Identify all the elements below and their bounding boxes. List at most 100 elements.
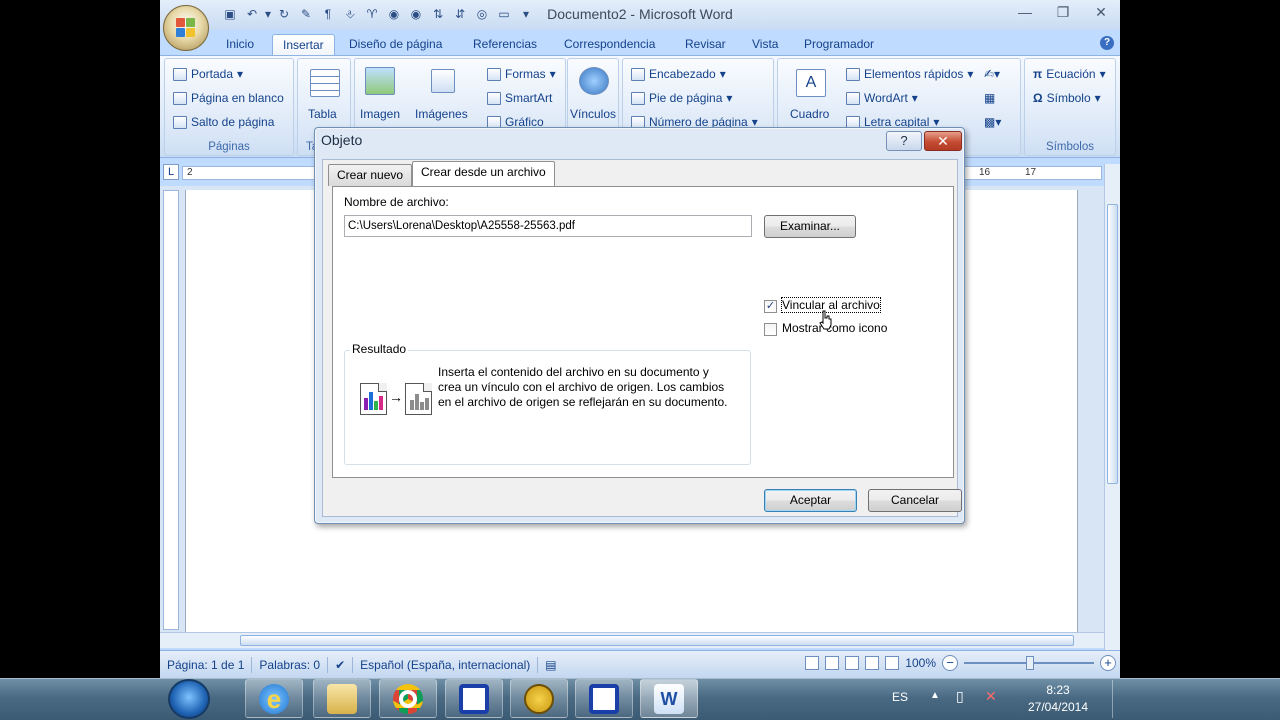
macro-icon[interactable]: ▤	[538, 657, 563, 673]
tab-diseno[interactable]: Diseño de página	[339, 34, 452, 56]
tab-correspondencia[interactable]: Correspondencia	[554, 34, 665, 56]
close-icon[interactable]: ✕	[1082, 0, 1120, 24]
mostrar-icono-checkbox[interactable]	[764, 323, 777, 336]
word-icon: W	[654, 683, 684, 714]
outline-icon[interactable]	[865, 656, 880, 670]
taskbar-word[interactable]: W	[640, 679, 698, 718]
page-count[interactable]: Página: 1 de 1	[160, 656, 253, 673]
formas-button[interactable]: Formas ▾	[487, 67, 556, 81]
tabla-button[interactable]: Tabla	[308, 107, 337, 121]
links-icon	[579, 67, 609, 95]
ruler-number-left: 2	[187, 167, 193, 178]
vincular-checkbox[interactable]: ✓	[764, 300, 777, 313]
tab-insertar[interactable]: Insertar	[272, 34, 335, 56]
signature-icon[interactable]: ✍▾	[984, 67, 1000, 81]
zoom-slider-thumb[interactable]	[1026, 656, 1034, 670]
horizontal-scroll-thumb[interactable]	[240, 635, 1074, 646]
tab-crear-nuevo[interactable]: Crear nuevo	[328, 164, 413, 186]
clipart-icon	[431, 69, 455, 93]
internet-explorer-icon: e	[259, 683, 289, 714]
pagina-blanco-button[interactable]: Página en blanco	[173, 91, 284, 105]
window-controls: — ❐ ✕	[1006, 0, 1120, 24]
hand-cursor-icon	[819, 310, 832, 330]
tab-referencias[interactable]: Referencias	[463, 34, 547, 56]
minimize-icon[interactable]: —	[1006, 0, 1044, 24]
zoom-level[interactable]: 100%	[905, 656, 936, 670]
elementos-rapidos-button[interactable]: Elementos rápidos ▾	[846, 67, 973, 81]
filename-input[interactable]: C:\Users\Lorena\Desktop\A25558-25563.pdf	[344, 215, 752, 237]
dialog-close-button[interactable]: ✕	[924, 131, 962, 151]
app-square-icon	[459, 683, 489, 714]
tray-expand-icon[interactable]: ▲	[930, 690, 940, 701]
smartart-icon	[487, 91, 501, 105]
result-description: Inserta el contenido del archivo en su d…	[438, 365, 728, 409]
group-label-simbolos: Símbolos	[1046, 141, 1094, 153]
taskbar-app2[interactable]	[575, 679, 633, 718]
datetime-icon[interactable]: ▦	[984, 91, 995, 105]
network-icon[interactable]: ✕	[985, 688, 997, 705]
simbolo-button[interactable]: Ω Símbolo ▾	[1033, 91, 1101, 105]
clock[interactable]: 8:23 27/04/2014	[1018, 682, 1098, 716]
pie-pagina-button[interactable]: Pie de página ▾	[631, 91, 732, 105]
office-button[interactable]	[163, 5, 209, 51]
smartart-button[interactable]: SmartArt	[487, 91, 552, 105]
arrow-icon: →	[389, 389, 403, 405]
web-layout-icon[interactable]	[845, 656, 860, 670]
zoom-slider[interactable]	[964, 656, 1094, 670]
objeto-dialog: Objeto ? ✕ Crear nuevo Crear desde un ar…	[314, 127, 965, 524]
print-layout-icon[interactable]	[805, 656, 820, 670]
vinculos-button[interactable]: Vínculos	[570, 107, 616, 121]
proofing-icon[interactable]: ✔	[328, 656, 354, 673]
tab-selector[interactable]: L	[163, 164, 179, 180]
portada-button[interactable]: Portada ▾	[173, 67, 243, 81]
taskbar-globe[interactable]	[510, 679, 568, 718]
wordart-icon	[846, 91, 860, 105]
cancelar-button[interactable]: Cancelar	[868, 489, 962, 512]
cuadro-texto-button[interactable]: Cuadro	[790, 107, 829, 121]
blank-page-icon	[173, 91, 187, 105]
draft-icon[interactable]	[885, 656, 900, 670]
imagen-button[interactable]: Imagen	[360, 107, 400, 121]
taskbar-chrome[interactable]	[379, 679, 437, 718]
dialog-help-button[interactable]: ?	[886, 131, 922, 151]
zoom-controls: 100% − +	[805, 655, 1116, 671]
taskbar-app1[interactable]	[445, 679, 503, 718]
tab-inicio[interactable]: Inicio	[216, 34, 264, 56]
battery-icon[interactable]: ▯	[956, 688, 964, 705]
tab-programador[interactable]: Programador	[794, 34, 884, 56]
encabezado-button[interactable]: Encabezado ▾	[631, 67, 726, 81]
ecuacion-button[interactable]: π Ecuación ▾	[1033, 67, 1106, 81]
start-button[interactable]	[168, 679, 210, 719]
vertical-ruler[interactable]	[163, 190, 179, 630]
examinar-button[interactable]: Examinar...	[764, 215, 856, 238]
folder-icon	[327, 683, 357, 714]
vertical-scroll-thumb[interactable]	[1107, 204, 1118, 484]
tab-vista[interactable]: Vista	[742, 34, 788, 56]
group-label-paginas: Páginas	[208, 141, 250, 153]
horizontal-scrollbar[interactable]	[160, 632, 1104, 648]
tab-revisar[interactable]: Revisar	[675, 34, 736, 56]
restore-icon[interactable]: ❐	[1044, 0, 1082, 24]
aceptar-button[interactable]: Aceptar	[764, 489, 857, 512]
pi-icon: π	[1033, 67, 1043, 81]
zoom-out-icon[interactable]: −	[942, 655, 958, 671]
object-icon[interactable]: ▩▾	[984, 115, 1001, 129]
full-screen-icon[interactable]	[825, 656, 840, 670]
footer-icon	[631, 91, 645, 105]
imagenes-pred-button[interactable]: Imágenes	[415, 107, 468, 121]
tab-crear-desde-archivo[interactable]: Crear desde un archivo	[412, 161, 555, 186]
language-indicator[interactable]: ES	[892, 690, 908, 704]
wordart-button[interactable]: WordArt ▾	[846, 91, 918, 105]
help-icon[interactable]: ?	[1100, 36, 1114, 50]
vertical-scrollbar[interactable]	[1104, 164, 1120, 650]
language-status[interactable]: Español (España, internacional)	[353, 656, 539, 673]
taskbar-ie[interactable]: e	[245, 679, 303, 718]
mostrar-icono-label[interactable]: Mostrar como icono	[782, 321, 887, 335]
salto-pagina-button[interactable]: Salto de página	[173, 115, 274, 129]
globe-icon	[524, 683, 554, 714]
show-desktop-button[interactable]	[1112, 680, 1122, 718]
app-square-2-icon	[589, 683, 619, 714]
zoom-in-icon[interactable]: +	[1100, 655, 1116, 671]
word-count[interactable]: Palabras: 0	[252, 656, 329, 673]
taskbar-explorer[interactable]	[313, 679, 371, 718]
